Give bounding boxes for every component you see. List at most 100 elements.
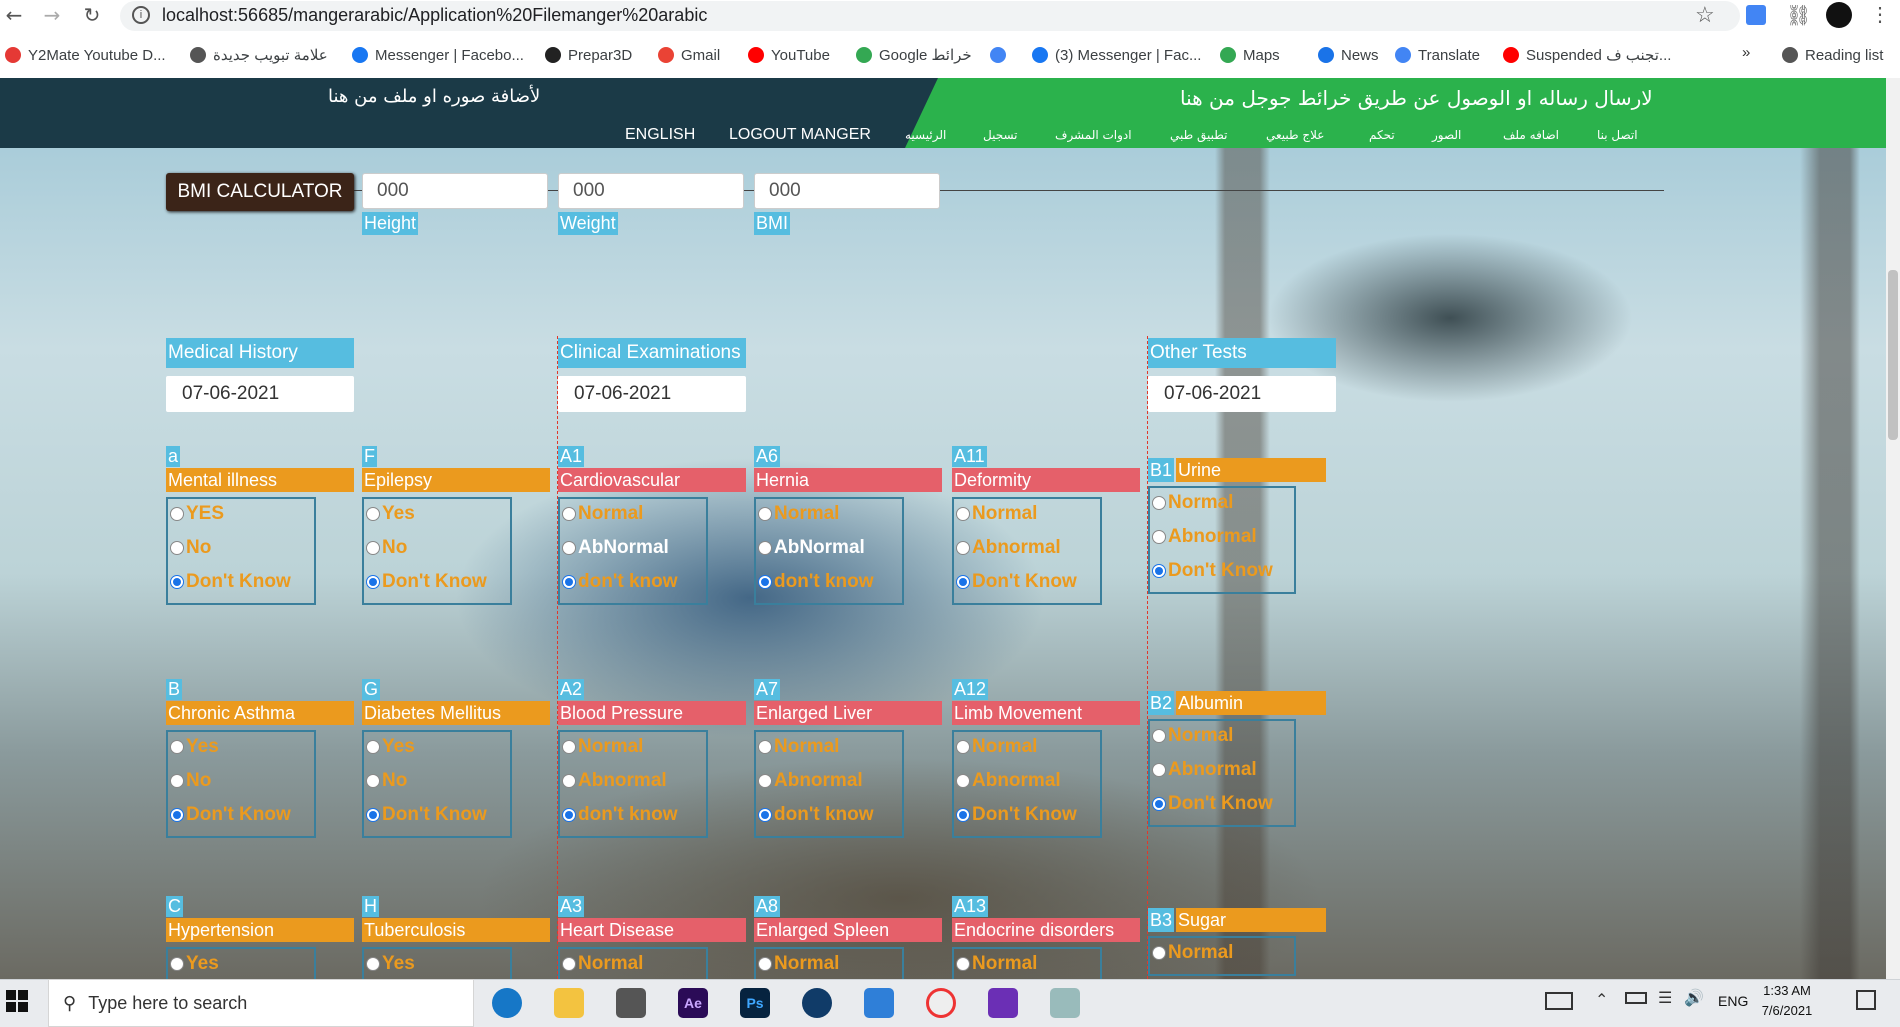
visual-studio-icon[interactable] xyxy=(988,988,1018,1018)
medical-history-date[interactable]: 07-06-2021 xyxy=(166,376,354,412)
header-maps-link[interactable]: لارسال رساله او الوصول عن طريق خرائط جوج… xyxy=(1180,86,1653,110)
bmi-calculator-button[interactable]: BMI CALCULATOR xyxy=(166,173,354,211)
nav-photos[interactable]: الصور xyxy=(1432,128,1461,142)
clock[interactable]: 1:33 AM 7/6/2021 xyxy=(1752,981,1822,1021)
radio-option[interactable]: Normal xyxy=(1152,942,1233,964)
radio-option[interactable]: Abnormal xyxy=(562,770,667,792)
tray-chevron-icon[interactable]: ⌃ xyxy=(1595,990,1608,1010)
extensions-icon[interactable]: ⛓ xyxy=(1786,3,1811,28)
menu-icon[interactable]: ⋮ xyxy=(1870,2,1890,27)
star-icon[interactable]: ☆ xyxy=(1695,2,1715,28)
radio-button-icon[interactable] xyxy=(1152,729,1166,743)
radio-option[interactable]: AbNormal xyxy=(758,537,865,559)
radio-button-icon[interactable] xyxy=(956,774,970,788)
radio-button-icon[interactable] xyxy=(170,740,184,754)
radio-option[interactable]: Normal xyxy=(562,503,643,525)
bmi-input[interactable]: 000 xyxy=(754,173,940,209)
radio-option[interactable]: Normal xyxy=(758,953,839,975)
bookmark-8[interactable]: (3) Messenger | Fac... xyxy=(1032,44,1201,66)
file-explorer-icon[interactable] xyxy=(554,988,584,1018)
bookmarks-overflow[interactable]: » xyxy=(1742,44,1750,61)
radio-option[interactable]: Abnormal xyxy=(956,537,1061,559)
radio-button-icon[interactable] xyxy=(758,507,772,521)
radio-button-icon[interactable] xyxy=(758,740,772,754)
radio-button-icon[interactable] xyxy=(170,957,184,971)
radio-button-icon[interactable] xyxy=(562,740,576,754)
back-icon[interactable]: ← xyxy=(0,0,28,30)
bookmark-12[interactable]: Suspended تجنب ف... xyxy=(1503,44,1671,66)
radio-button-icon[interactable] xyxy=(1152,797,1166,811)
weight-input[interactable]: 000 xyxy=(558,173,744,209)
nav-control[interactable]: تحكم xyxy=(1369,128,1395,142)
radio-button-icon[interactable] xyxy=(956,575,970,589)
taskbar-search[interactable]: ⚲ Type here to search xyxy=(48,979,474,1027)
radio-option[interactable]: Normal xyxy=(562,736,643,758)
battery-icon[interactable] xyxy=(1625,992,1647,1004)
radio-button-icon[interactable] xyxy=(170,507,184,521)
height-input[interactable]: 000 xyxy=(362,173,548,209)
radio-button-icon[interactable] xyxy=(170,575,184,589)
volume-icon[interactable]: 🔊 xyxy=(1684,988,1704,1008)
bookmark-6[interactable]: Google خرائط xyxy=(856,44,972,66)
radio-option[interactable]: No xyxy=(170,770,211,792)
radio-option[interactable]: don't know xyxy=(562,571,678,593)
radio-button-icon[interactable] xyxy=(366,957,380,971)
radio-option[interactable]: Yes xyxy=(170,736,219,758)
radio-option[interactable]: Normal xyxy=(758,503,839,525)
bookmark-0[interactable]: Y2Mate Youtube D... xyxy=(5,44,166,66)
radio-option[interactable]: Don't Know xyxy=(1152,560,1273,582)
radio-button-icon[interactable] xyxy=(758,808,772,822)
radio-button-icon[interactable] xyxy=(366,808,380,822)
radio-option[interactable]: Don't Know xyxy=(1152,793,1273,815)
radio-button-icon[interactable] xyxy=(562,507,576,521)
radio-button-icon[interactable] xyxy=(956,507,970,521)
radio-option[interactable]: Abnormal xyxy=(1152,526,1257,548)
radio-button-icon[interactable] xyxy=(956,740,970,754)
page-scrollbar[interactable] xyxy=(1886,78,1900,979)
paint-icon[interactable] xyxy=(1050,988,1080,1018)
nav-home[interactable]: الرئيسيه xyxy=(905,128,946,142)
bookmark-4[interactable]: Gmail xyxy=(658,44,720,66)
nav-medical-app[interactable]: تطبيق طبي xyxy=(1170,128,1227,142)
bookmark-2[interactable]: Messenger | Facebo... xyxy=(352,44,524,66)
radio-button-icon[interactable] xyxy=(1152,530,1166,544)
radio-button-icon[interactable] xyxy=(1152,763,1166,777)
edge-icon[interactable] xyxy=(492,988,522,1018)
radio-option[interactable]: Normal xyxy=(758,736,839,758)
profile-avatar[interactable] xyxy=(1826,2,1852,28)
forward-icon[interactable]: → xyxy=(38,0,66,30)
radio-option[interactable]: Don't Know xyxy=(170,804,291,826)
radio-option[interactable]: Yes xyxy=(366,503,415,525)
radio-option[interactable]: No xyxy=(366,770,407,792)
radio-option[interactable]: Normal xyxy=(1152,725,1233,747)
radio-option[interactable]: No xyxy=(170,537,211,559)
radio-option[interactable]: Abnormal xyxy=(1152,759,1257,781)
radio-option[interactable]: Normal xyxy=(956,736,1037,758)
radio-button-icon[interactable] xyxy=(758,575,772,589)
bookmark-7[interactable] xyxy=(990,44,1013,66)
radio-button-icon[interactable] xyxy=(366,774,380,788)
language-indicator[interactable]: ENG xyxy=(1718,993,1748,1009)
radio-button-icon[interactable] xyxy=(758,541,772,555)
windows-start-icon[interactable] xyxy=(6,990,28,1012)
radio-option[interactable]: Normal xyxy=(956,503,1037,525)
radio-button-icon[interactable] xyxy=(758,957,772,971)
radio-button-icon[interactable] xyxy=(562,774,576,788)
app-shield-icon[interactable] xyxy=(864,988,894,1018)
radio-button-icon[interactable] xyxy=(1152,564,1166,578)
bookmark-13[interactable]: Reading list xyxy=(1782,44,1883,66)
radio-option[interactable]: No xyxy=(366,537,407,559)
radio-option[interactable]: Abnormal xyxy=(956,770,1061,792)
nav-contact[interactable]: اتصل بنا xyxy=(1597,128,1638,142)
radio-option[interactable]: AbNormal xyxy=(562,537,669,559)
radio-button-icon[interactable] xyxy=(758,774,772,788)
radio-button-icon[interactable] xyxy=(366,507,380,521)
radio-button-icon[interactable] xyxy=(562,957,576,971)
nav-register[interactable]: تسجيل xyxy=(983,128,1018,142)
radio-button-icon[interactable] xyxy=(1152,946,1166,960)
radio-option[interactable]: Don't Know xyxy=(956,804,1077,826)
app-c-icon[interactable] xyxy=(802,988,832,1018)
radio-option[interactable]: Yes xyxy=(366,736,415,758)
radio-option[interactable]: Don't Know xyxy=(170,571,291,593)
radio-button-icon[interactable] xyxy=(366,575,380,589)
